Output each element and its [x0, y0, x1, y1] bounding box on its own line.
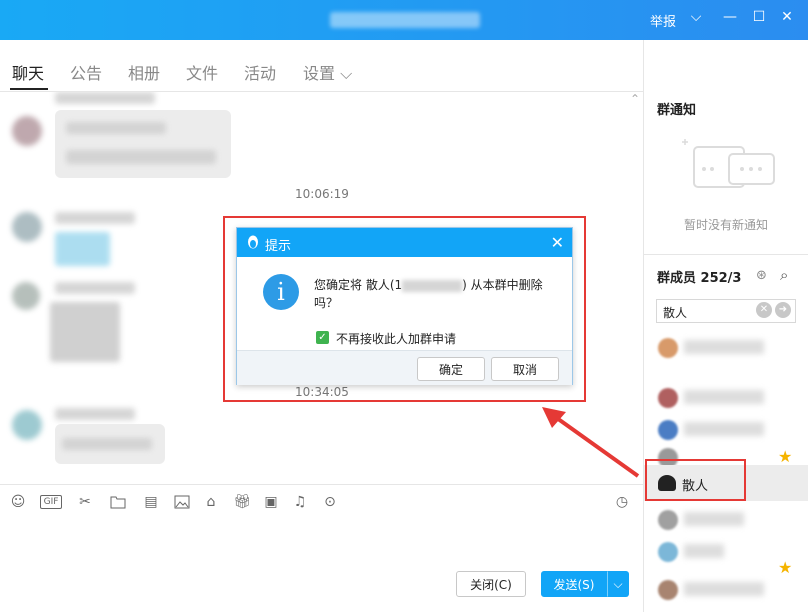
avatar[interactable]	[12, 410, 42, 440]
sender-name	[55, 282, 135, 294]
send-button[interactable]: 发送(S)	[541, 571, 607, 597]
image-icon[interactable]	[173, 493, 191, 511]
message-timestamp: 10:06:19	[295, 187, 349, 201]
bell-icon[interactable]: ♫	[291, 493, 309, 511]
tab-announcement[interactable]: 公告	[70, 60, 102, 84]
blurred-user-id	[402, 279, 463, 292]
close-window-button[interactable]: ✕	[777, 9, 797, 25]
dialog-header: 提示 ✕	[237, 228, 572, 257]
dialog-footer: 确定 取消	[237, 350, 572, 385]
message-bubble[interactable]	[55, 110, 231, 178]
gift-icon[interactable]: 🎁︎	[233, 493, 251, 511]
collapse-icon[interactable]: ⌃	[630, 92, 640, 106]
sender-name	[55, 408, 135, 420]
info-icon: i	[263, 274, 299, 310]
message-image[interactable]	[55, 232, 110, 266]
arrow-right-icon[interactable]: ➜	[775, 302, 791, 318]
member-manage-icon[interactable]: ⊛	[756, 268, 767, 283]
member-row[interactable]	[644, 572, 808, 606]
member-highlight-box	[645, 459, 746, 501]
more-tools-icon[interactable]: ⊙	[321, 493, 339, 511]
avatar[interactable]	[12, 282, 40, 310]
dialog-message-prefix: 您确定将 散人(1	[314, 278, 403, 292]
members-title: 群成员 252/3	[657, 271, 742, 286]
search-value: 散人	[663, 306, 688, 320]
dialog-title: 提示	[265, 239, 292, 254]
clear-search-icon[interactable]: ✕	[756, 302, 772, 318]
folder-icon[interactable]	[109, 493, 127, 511]
send-options-dropdown[interactable]: ⌵	[607, 571, 629, 597]
sender-name	[55, 92, 155, 104]
gif-icon[interactable]: GIF	[40, 495, 62, 509]
message-text	[62, 438, 152, 450]
chevron-down-icon[interactable]: ⌵	[686, 9, 706, 25]
notice-empty-text: 暂时没有新通知	[684, 218, 769, 232]
dialog-message: 您确定将 散人(1) 从本群中删除吗？	[314, 276, 544, 312]
star-icon: ★	[778, 447, 793, 466]
confirm-dialog: 提示 ✕ i 您确定将 散人(1) 从本群中删除吗？ ✓ 不再接收此人加群申请 …	[236, 227, 573, 385]
empty-notice-illustration-icon	[682, 139, 775, 188]
title-bar: 举报 ⌵ — ☐ ✕	[0, 0, 808, 40]
cancel-button[interactable]: 取消	[491, 357, 559, 381]
message-image[interactable]	[50, 302, 120, 362]
dialog-close-button[interactable]: ✕	[551, 233, 564, 252]
sender-name	[55, 212, 135, 224]
member-row[interactable]	[644, 502, 808, 536]
block-request-checkbox[interactable]: ✓	[316, 331, 329, 344]
qq-penguin-icon	[248, 235, 258, 249]
window-title-blurred	[330, 12, 480, 28]
minimize-button[interactable]: —	[720, 9, 740, 25]
red-arrow-icon	[542, 407, 640, 478]
right-sidebar: 群通知 暂时没有新通知 群成员 252/3 ⊛ ⌕ 散人 ✕ ➜ ★ 散人 ★	[643, 40, 808, 612]
message-text	[66, 122, 166, 134]
input-toolbar: ☺ GIF ✂ ▤ ⌂ 🎁︎ ▣ ♫ ⊙ ◷	[0, 484, 644, 518]
scissors-icon[interactable]: ✂	[76, 493, 94, 511]
avatar[interactable]	[12, 212, 42, 242]
close-chat-button[interactable]: 关闭(C)	[456, 571, 526, 597]
tab-activity[interactable]: 活动	[244, 60, 276, 84]
avatar[interactable]	[12, 116, 42, 146]
member-row[interactable]	[644, 380, 808, 414]
history-clock-icon[interactable]: ◷	[613, 493, 631, 511]
maximize-button[interactable]: ☐	[749, 9, 769, 25]
message-text	[66, 150, 216, 164]
tab-bar: 聊天 公告 相册 文件 活动 设置 ⌵	[0, 40, 644, 92]
active-tab-indicator	[10, 88, 48, 90]
divider	[644, 254, 808, 255]
notice-title: 群通知	[657, 103, 697, 118]
tab-album[interactable]: 相册	[128, 60, 160, 84]
tab-settings[interactable]: 设置 ⌵	[303, 60, 352, 84]
search-icon[interactable]: ⌕	[780, 266, 788, 284]
shop-icon[interactable]: ⌂	[202, 493, 220, 511]
tab-files[interactable]: 文件	[186, 60, 218, 84]
emoji-icon[interactable]: ☺	[9, 493, 27, 511]
block-request-label[interactable]: 不再接收此人加群申请	[336, 330, 456, 347]
red-packet-icon[interactable]: ▣	[262, 493, 280, 511]
member-row[interactable]	[644, 330, 808, 364]
magic-expression-icon[interactable]: ▤	[142, 493, 160, 511]
report-link[interactable]: 举报	[650, 11, 676, 30]
tab-chat[interactable]: 聊天	[12, 60, 44, 84]
confirm-button[interactable]: 确定	[417, 357, 485, 381]
